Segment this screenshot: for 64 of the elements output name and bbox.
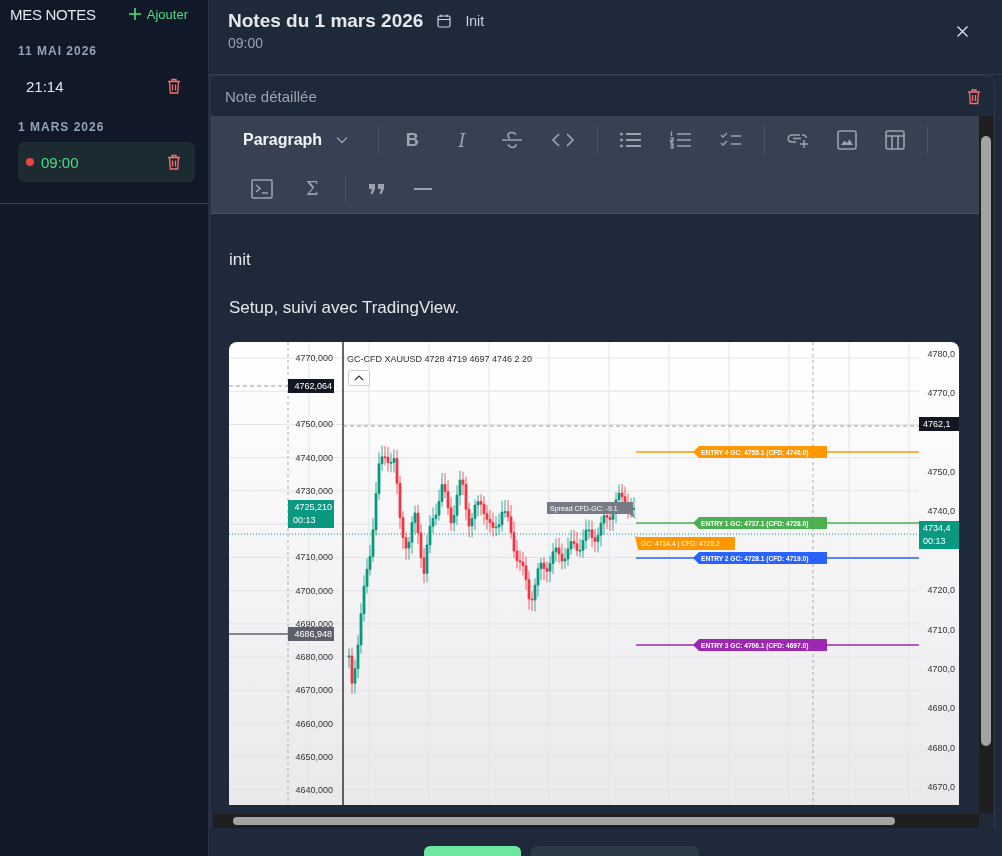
axis-label: 4680,0	[927, 742, 955, 753]
axis-label: 4670,000	[295, 685, 333, 696]
formula-button[interactable]: Σ	[301, 178, 323, 200]
axis-label: 4710,000	[295, 552, 333, 563]
price-badge: 4762,1	[919, 417, 959, 431]
close-icon[interactable]	[957, 26, 968, 37]
plus-icon	[128, 8, 141, 20]
note-title: Notes du 1 mars 2026	[228, 10, 424, 32]
bullet-list-icon[interactable]	[620, 132, 643, 149]
note-time: 09:00	[228, 35, 265, 51]
axis-label: 4740,000	[295, 452, 333, 463]
code-icon[interactable]	[551, 132, 576, 149]
axis-label: 4700,0	[927, 663, 955, 674]
axis-label: 4670,0	[927, 781, 955, 792]
axis-label: 4690,0	[927, 703, 955, 714]
axis-label: 4720,0	[927, 585, 955, 596]
axis-label: 4750,000	[295, 419, 333, 430]
collapse-button[interactable]	[348, 370, 370, 386]
trash-icon[interactable]	[167, 154, 181, 170]
card-title: Note détaillée	[225, 87, 317, 105]
bold-button[interactable]: B	[401, 129, 424, 151]
price-badge: 4725,210 00:13	[288, 500, 334, 528]
axis-label: 4750,0	[927, 467, 955, 478]
strikethrough-icon[interactable]	[501, 130, 524, 151]
image-icon[interactable]	[837, 130, 858, 151]
add-link-icon[interactable]	[787, 132, 810, 149]
axis-label: 4740,0	[927, 506, 955, 517]
quote-icon[interactable]	[368, 182, 386, 195]
price-badge: 4762,064	[288, 379, 334, 393]
axis-label: 4650,000	[295, 751, 333, 762]
horizontal-scrollbar[interactable]	[213, 814, 979, 828]
note-item[interactable]: 09:00	[18, 142, 195, 182]
axis-label: 4660,000	[295, 718, 333, 729]
add-button[interactable]: Ajouter	[128, 6, 188, 22]
table-icon[interactable]	[885, 130, 906, 151]
price-badge: 4734,4 00:13	[919, 521, 959, 549]
trash-icon[interactable]	[967, 87, 981, 105]
date-heading: 1 MARS 2026	[18, 120, 106, 134]
italic-button[interactable]: I	[451, 129, 474, 151]
trash-icon[interactable]	[167, 78, 181, 94]
numbered-list-icon[interactable]	[670, 131, 693, 150]
caret-icon	[336, 136, 349, 145]
vertical-scrollbar[interactable]	[979, 116, 993, 814]
sidebar-title: MES NOTES	[10, 5, 96, 23]
horizontal-rule-icon[interactable]	[414, 186, 432, 191]
chart-legend: GC-CFD XAUUSD 4728 4719 4697 4746 2 20	[347, 354, 533, 364]
axis-label: 4680,000	[295, 652, 333, 663]
calendar-icon	[437, 14, 452, 28]
axis-label: 4780,0	[927, 349, 955, 359]
paragraph-dropdown[interactable]: Paragraph	[243, 131, 349, 150]
terminal-icon[interactable]	[251, 178, 273, 199]
note-item[interactable]: 21:14	[18, 66, 195, 106]
note-tag: Init	[465, 13, 485, 29]
price-badge: 4686,948	[288, 627, 334, 641]
axis-label: 4710,0	[927, 624, 955, 635]
date-heading: 11 MAI 2026	[18, 44, 99, 58]
axis-label: 4730,000	[295, 485, 333, 496]
axis-label: 4770,0	[927, 388, 955, 399]
paragraph: init	[229, 250, 252, 270]
paragraph: Setup, suivi avec TradingView.	[229, 298, 461, 318]
axis-label: 4640,000	[295, 785, 333, 795]
axis-label: 4770,000	[295, 353, 333, 363]
axis-label: 4700,000	[295, 585, 333, 596]
axis-label: 4690,000	[295, 618, 333, 629]
